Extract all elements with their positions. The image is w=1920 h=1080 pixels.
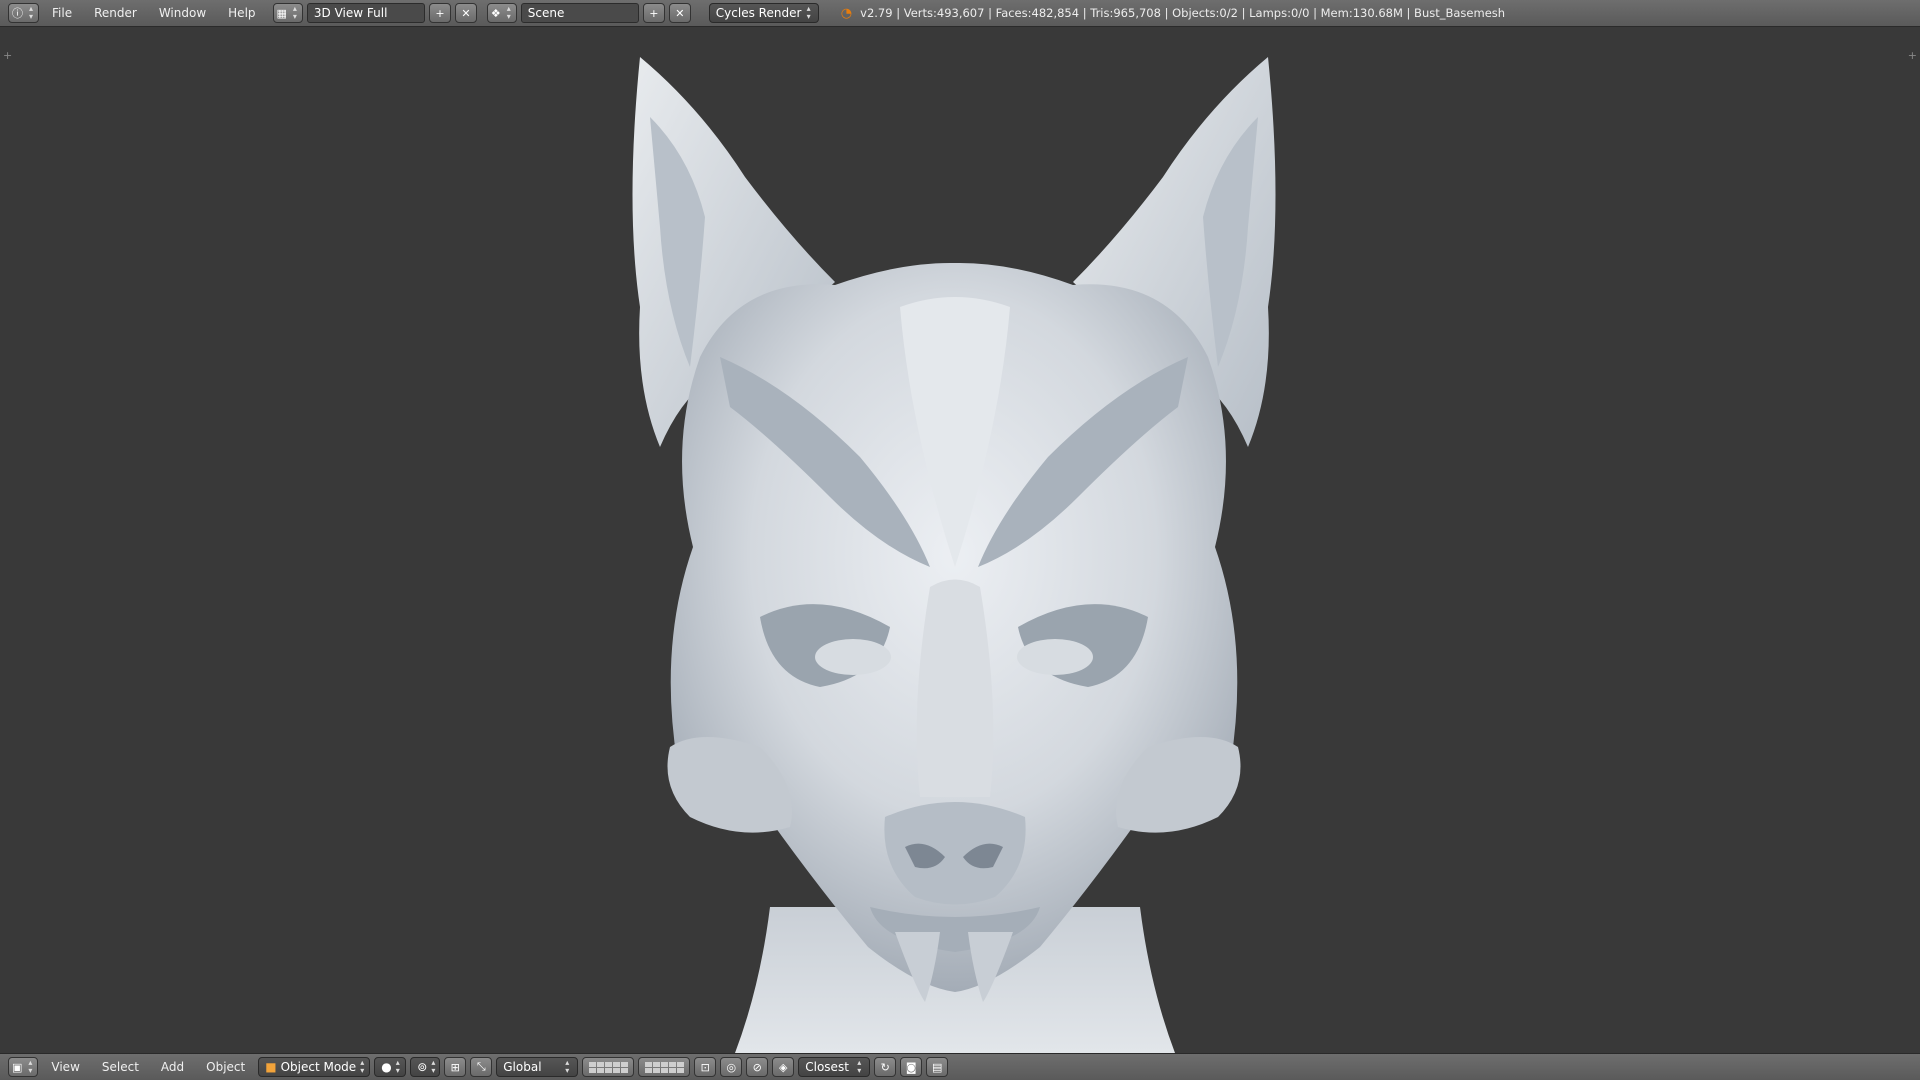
interaction-mode-dropdown[interactable]: ■ Object Mode ▴ ▾ — [258, 1057, 371, 1077]
opengl-render-image-button[interactable]: ◙ — [900, 1057, 923, 1077]
updown-arrows-icon: ▴ ▾ — [806, 4, 811, 21]
menu-select[interactable]: Select — [93, 1060, 148, 1074]
updown-arrows-icon: ▴ ▾ — [395, 1058, 400, 1075]
camera-icon: ◙ — [905, 1060, 917, 1074]
add-screen-button[interactable]: + — [428, 3, 451, 23]
screen-layout-name-field[interactable]: 3D View Full — [306, 3, 425, 23]
scene-name-field[interactable]: Scene — [520, 3, 639, 23]
menu-help[interactable]: Help — [219, 6, 264, 20]
close-icon: ✕ — [461, 6, 471, 20]
sculpted-head-model — [632, 57, 1276, 1053]
proportional-edit-icon: ◎ — [726, 1060, 737, 1074]
3d-viewport[interactable]: + + — [0, 27, 1920, 1053]
layout-grid-icon: ▦ — [276, 6, 287, 20]
pivot-point-dropdown[interactable]: ⊚ ▴ ▾ — [410, 1057, 441, 1077]
transform-manipulator-button[interactable]: ⤡ — [470, 1057, 493, 1077]
lock-camera-button[interactable]: ⊡ — [694, 1057, 717, 1077]
snap-element-button[interactable]: ◈ — [772, 1057, 795, 1077]
manipulator-icon: ⊞ — [450, 1060, 460, 1074]
updown-arrows-icon: ▴ ▾ — [28, 4, 33, 21]
lock-icon: ⊡ — [700, 1060, 710, 1074]
menu-window[interactable]: Window — [150, 6, 215, 20]
add-scene-button[interactable]: + — [642, 3, 665, 23]
rotation-align-icon: ↻ — [880, 1060, 890, 1074]
plus-icon: + — [649, 6, 659, 20]
3d-view-icon: ▣ — [12, 1060, 23, 1074]
menu-view[interactable]: View — [42, 1060, 88, 1074]
3d-view-header: ▣ ▴ ▾ View Select Add Object ■ Object Mode… — [0, 1053, 1920, 1080]
layer-buttons-group-1[interactable] — [582, 1057, 635, 1077]
delete-screen-button[interactable]: ✕ — [454, 3, 477, 23]
snout-bridge — [916, 579, 994, 797]
scene-selector[interactable]: ❖ ▴ ▾ — [486, 3, 517, 23]
viewport-shading-dropdown[interactable]: ● ▴ ▾ — [374, 1057, 407, 1077]
updown-arrows-icon: ▴ ▾ — [292, 4, 297, 21]
delete-scene-button[interactable]: ✕ — [668, 3, 691, 23]
proportional-editing-button[interactable]: ◎ — [720, 1057, 743, 1077]
menu-render[interactable]: Render — [85, 6, 146, 20]
updown-arrows-icon: ▴ ▾ — [431, 1058, 436, 1075]
left-eye — [815, 639, 891, 675]
layers-grid-icon — [588, 1061, 628, 1073]
blender-logo-icon: ◔ — [840, 5, 853, 21]
updown-arrows-icon: ▴ ▾ — [857, 1058, 862, 1075]
scene-statistics: v2.79 | Verts:493,607 | Faces:482,854 | … — [860, 6, 1506, 20]
transform-orientation-dropdown[interactable]: Global ▴ ▾ — [496, 1057, 579, 1077]
transform-orientation-label: Global — [503, 1060, 542, 1074]
snap-target-dropdown[interactable]: Closest ▴ ▾ — [798, 1057, 871, 1077]
info-icon: ⓘ — [12, 7, 23, 20]
layer-buttons-group-2[interactable] — [638, 1057, 691, 1077]
right-eye — [1017, 639, 1093, 675]
solid-shading-icon: ● — [381, 1060, 392, 1074]
updown-arrows-icon: ▴ ▾ — [28, 1058, 33, 1075]
updown-arrows-icon: ▴ ▾ — [565, 1058, 570, 1075]
menu-object[interactable]: Object — [197, 1060, 254, 1074]
pivot-point-icon: ⊚ — [417, 1060, 428, 1074]
snap-target-label: Closest — [805, 1060, 849, 1074]
editor-type-3d-view-button[interactable]: ▣ ▴ ▾ — [8, 1057, 39, 1077]
scene-icon: ❖ — [490, 6, 501, 20]
editor-type-info-button[interactable]: ⓘ ▴ ▾ — [8, 3, 39, 23]
close-icon: ✕ — [675, 6, 685, 20]
film-clapper-icon: ▤ — [932, 1060, 943, 1074]
opengl-render-animation-button[interactable]: ▤ — [926, 1057, 949, 1077]
manipulator-toggle[interactable]: ⊞ — [444, 1057, 467, 1077]
menu-file[interactable]: File — [43, 6, 81, 20]
info-header: ⓘ ▴ ▾ File Render Window Help ▦ ▴ ▾ 3D View … — [0, 0, 1920, 27]
render-engine-dropdown[interactable]: Cycles Render ▴ ▾ — [708, 3, 819, 23]
menu-add[interactable]: Add — [152, 1060, 193, 1074]
interaction-mode-label: Object Mode — [280, 1060, 357, 1074]
updown-arrows-icon: ▴ ▾ — [360, 1058, 365, 1075]
layers-grid-icon — [644, 1061, 684, 1073]
translate-arrows-icon: ⤡ — [476, 1060, 486, 1073]
object-mode-icon: ■ — [265, 1060, 277, 1074]
updown-arrows-icon: ▴ ▾ — [506, 4, 511, 21]
snap-align-rotation-button[interactable]: ↻ — [874, 1057, 897, 1077]
snap-element-icon: ◈ — [779, 1060, 788, 1074]
magnet-icon: ⊘ — [752, 1060, 762, 1074]
render-engine-label: Cycles Render — [715, 6, 802, 20]
plus-icon: + — [435, 6, 445, 20]
screen-layout-selector[interactable]: ▦ ▴ ▾ — [272, 3, 303, 23]
snap-toggle-button[interactable]: ⊘ — [746, 1057, 769, 1077]
